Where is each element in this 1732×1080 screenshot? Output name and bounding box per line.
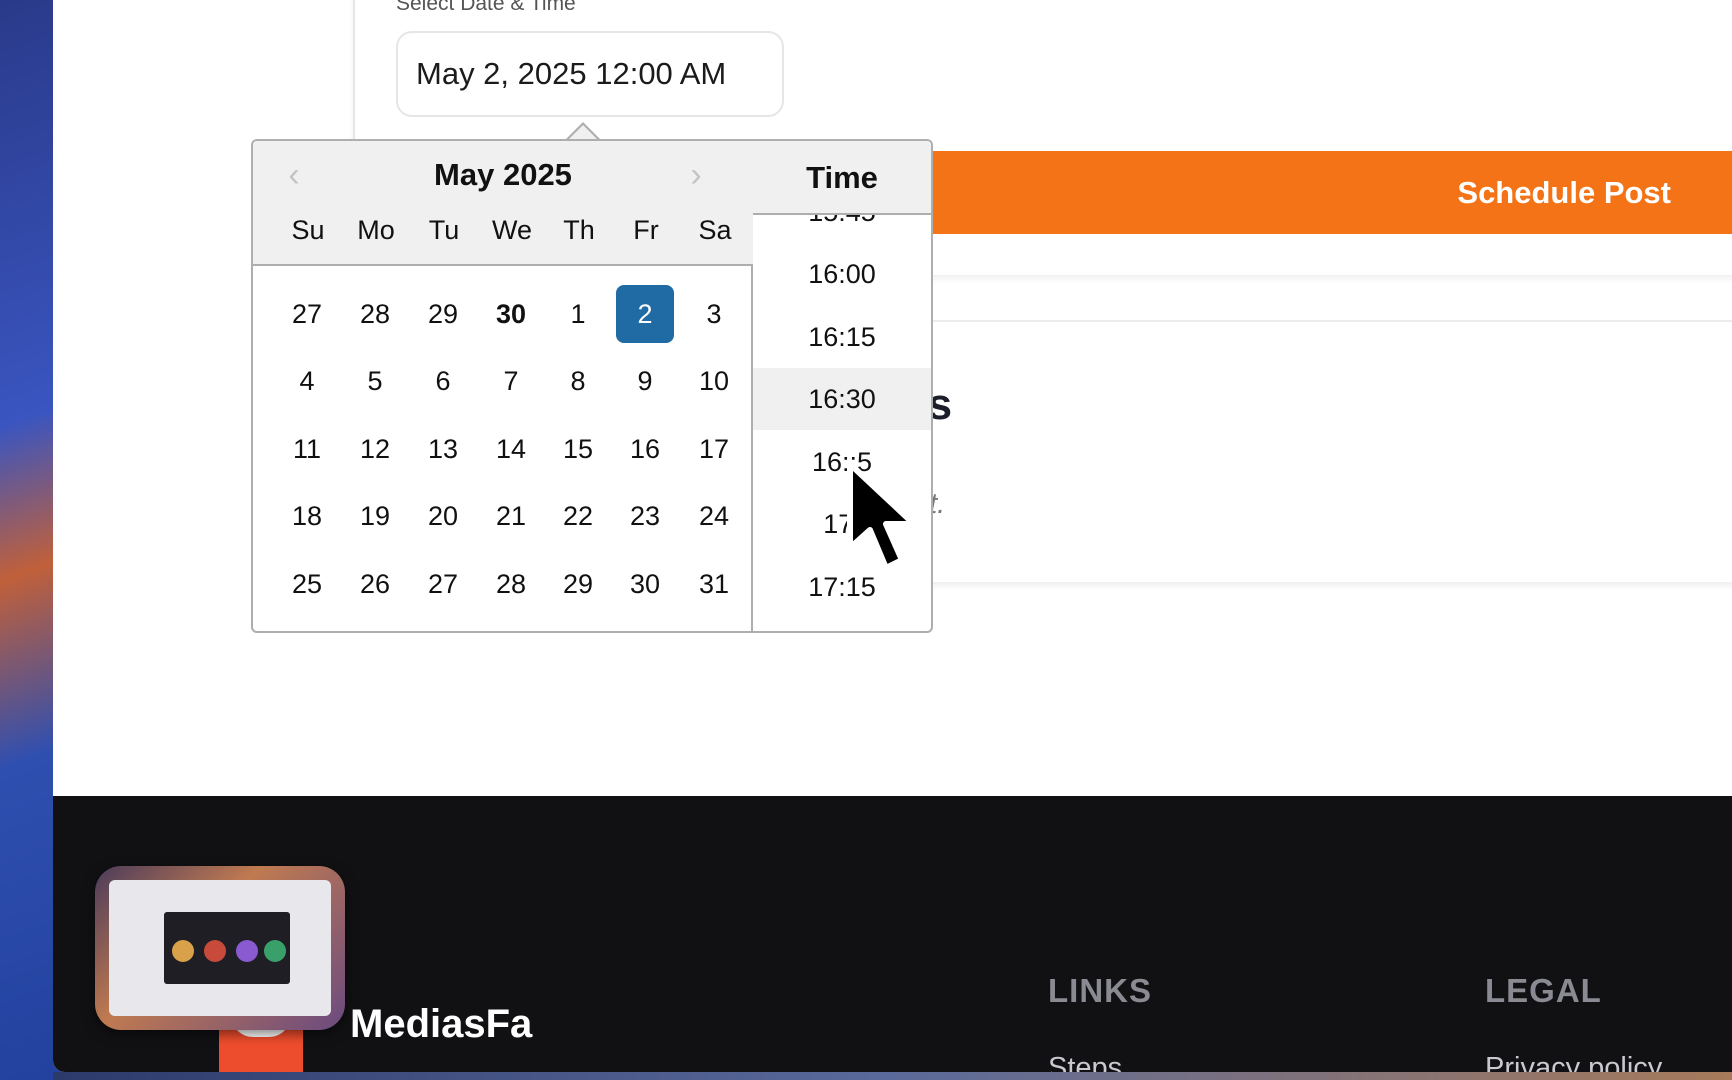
- calendar-day[interactable]: 30: [616, 555, 674, 613]
- calendar-day[interactable]: 31: [685, 555, 743, 613]
- footer-link-privacy[interactable]: Privacy policy: [1485, 1052, 1662, 1072]
- calendar-day[interactable]: 21: [482, 487, 540, 545]
- calendar-day[interactable]: 8: [549, 352, 607, 410]
- calendar-day[interactable]: 24: [685, 487, 743, 545]
- thumbnail-dot: [172, 940, 194, 962]
- thumbnail-dot: [204, 940, 226, 962]
- scheduled-posts-card: ts et.: [913, 322, 1732, 582]
- time-option[interactable]: 16:00: [753, 243, 931, 305]
- calendar-day[interactable]: 12: [346, 420, 404, 478]
- calendar-day[interactable]: 17: [685, 420, 743, 478]
- calendar-day[interactable]: 19: [346, 487, 404, 545]
- desktop-dock-strip: [53, 1072, 1732, 1080]
- calendar-day[interactable]: 28: [482, 555, 540, 613]
- window-thumbnail-preview[interactable]: [95, 866, 345, 1030]
- thumbnail-video-icon: [164, 912, 290, 984]
- calendar-day[interactable]: 5: [346, 352, 404, 410]
- footer: MediasFa LINKS LEGAL Steps Privacy polic…: [53, 796, 1732, 1072]
- calendar-day[interactable]: 27: [278, 285, 336, 343]
- footer-links-title: LINKS: [1048, 972, 1152, 1009]
- datepicker-header: ‹ › May 2025 Su Mo Tu We Th Fr Sa: [253, 141, 753, 266]
- calendar-day[interactable]: 7: [482, 352, 540, 410]
- calendar-day[interactable]: 13: [414, 420, 472, 478]
- weekday-label: Sa: [698, 215, 732, 245]
- month-title: May 2025: [434, 157, 572, 192]
- calendar-day[interactable]: 10: [685, 352, 743, 410]
- calendar-day[interactable]: 26: [346, 555, 404, 613]
- calendar-day[interactable]: 22: [549, 487, 607, 545]
- calendar-day[interactable]: 3: [685, 285, 743, 343]
- calendar-day-selected[interactable]: 2: [616, 285, 674, 343]
- weekday-label: Tu: [428, 215, 460, 245]
- thumbnail-content: [109, 880, 331, 1016]
- calendar-day[interactable]: 1: [549, 285, 607, 343]
- schedule-post-button[interactable]: Schedule Post: [913, 151, 1732, 234]
- mouse-cursor-icon: [847, 461, 917, 571]
- datepicker-popup: ‹ › May 2025 Su Mo Tu We Th Fr Sa 27 28 29 30 1 2 3 4…: [251, 139, 933, 633]
- calendar-day[interactable]: 16: [616, 420, 674, 478]
- time-option[interactable]: 16:30: [753, 368, 931, 430]
- weekday-label: Fr: [633, 215, 659, 245]
- weekday-label: Mo: [357, 215, 395, 245]
- calendar-day[interactable]: 15: [549, 420, 607, 478]
- calendar-day[interactable]: 28: [346, 285, 404, 343]
- calendar-day[interactable]: 4: [278, 352, 336, 410]
- calendar-day[interactable]: 29: [549, 555, 607, 613]
- weekday-label: We: [491, 215, 532, 245]
- time-header: Time: [753, 141, 931, 215]
- thumbnail-dot: [264, 940, 286, 962]
- calendar-day[interactable]: 20: [414, 487, 472, 545]
- calendar-day[interactable]: 27: [414, 555, 472, 613]
- calendar-day[interactable]: 25: [278, 555, 336, 613]
- date-time-input[interactable]: May 2, 2025 12:00 AM: [396, 31, 784, 117]
- datepicker-month-panel: ‹ › May 2025 Su Mo Tu We Th Fr Sa 27 28 29 30 1 2 3 4…: [253, 141, 753, 633]
- calendar-day[interactable]: 6: [414, 352, 472, 410]
- calendar-day[interactable]: 11: [278, 420, 336, 478]
- calendar-day[interactable]: 14: [482, 420, 540, 478]
- calendar-day[interactable]: 29: [414, 285, 472, 343]
- brand-name[interactable]: MediasFa: [350, 1002, 532, 1047]
- calendar-day[interactable]: 9: [616, 352, 674, 410]
- thumbnail-dot: [236, 940, 258, 962]
- weekday-label: Su: [291, 215, 325, 245]
- date-time-label: Select Date & Time: [396, 0, 576, 15]
- footer-link-steps[interactable]: Steps: [1048, 1052, 1122, 1072]
- calendar-day[interactable]: 18: [278, 487, 336, 545]
- weekday-label: Th: [563, 215, 595, 245]
- calendar-day[interactable]: 30: [482, 285, 540, 343]
- footer-legal-title: LEGAL: [1485, 972, 1602, 1009]
- time-option[interactable]: 16:15: [753, 306, 931, 368]
- calendar-day[interactable]: 23: [616, 487, 674, 545]
